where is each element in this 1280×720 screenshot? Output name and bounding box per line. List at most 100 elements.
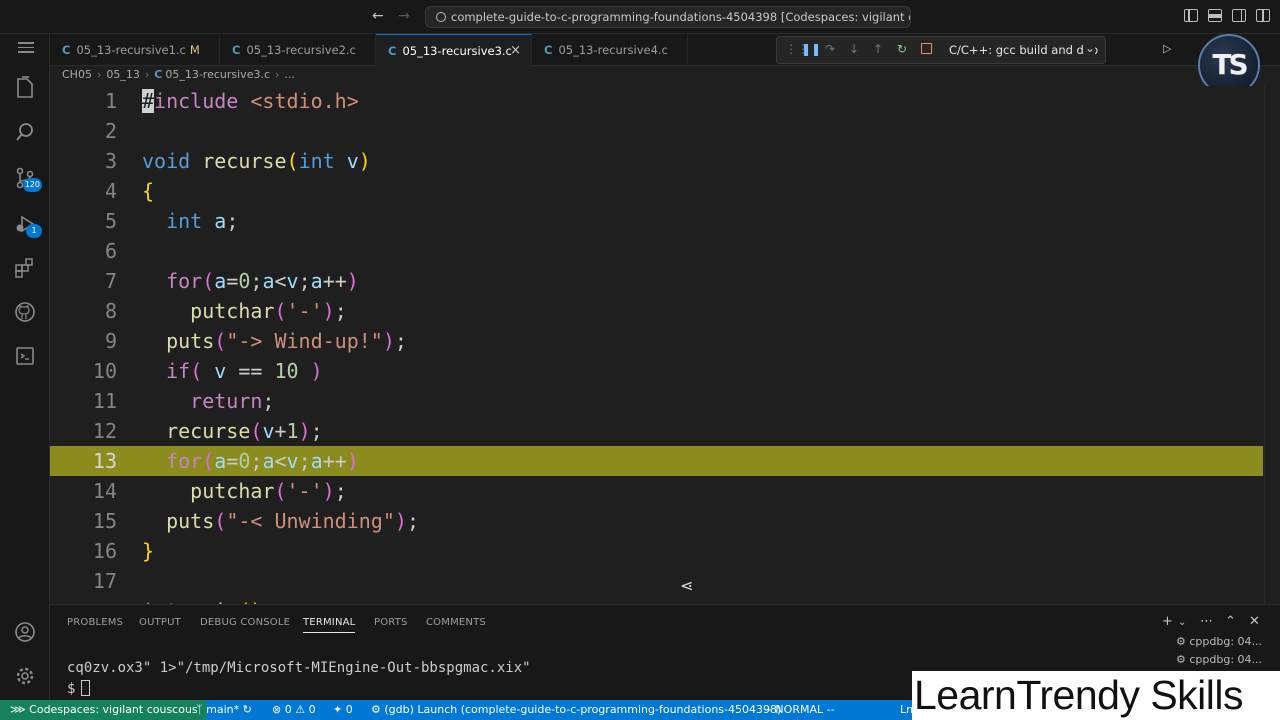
explorer-icon[interactable] <box>0 68 50 108</box>
c-file-icon: C <box>388 44 397 58</box>
terminal-line: cq0zv.ox3" 1>"/tmp/Microsoft-MIEngine-Ou… <box>67 660 531 676</box>
code-line: 2 <box>104 119 117 143</box>
code-line: 5 int a; <box>104 209 239 233</box>
tab-debug-console[interactable]: DEBUG CONSOLE <box>200 617 290 628</box>
tab-terminal[interactable]: TERMINAL <box>303 617 356 633</box>
chevron-down-icon[interactable]: ⌄ <box>1083 41 1096 55</box>
breadcrumb-folder[interactable]: CH05 <box>62 68 92 81</box>
port-icon: ✦ <box>333 703 346 716</box>
current-line-highlight: 13 for(a=0;a<v;a++) <box>50 446 1263 476</box>
restart-icon[interactable]: ↻ <box>897 42 907 56</box>
remote-indicator[interactable]: ⋙ Codespaces: vigilant couscous <box>0 700 206 720</box>
c-file-icon: C <box>544 43 553 57</box>
breadcrumb-subfolder[interactable]: 05_13 <box>106 68 140 81</box>
layout-controls <box>1184 9 1270 25</box>
code-line: 4{ <box>104 179 155 203</box>
chevron-down-icon[interactable]: ⌄ <box>1178 617 1186 628</box>
modified-indicator: M <box>189 43 200 57</box>
close-tab-icon[interactable]: × <box>510 35 521 67</box>
new-terminal-icon[interactable]: + <box>1162 614 1173 629</box>
tab-recursive2[interactable]: C 05_13-recursive2.c <box>220 34 376 66</box>
more-actions-icon[interactable]: ⋯ <box>1200 614 1213 629</box>
editor-scrollbar[interactable] <box>1264 86 1280 604</box>
forward-arrow-icon[interactable]: → <box>398 8 410 24</box>
debug-launch-indicator[interactable]: ⚙ (gdb) Launch (complete-guide-to-c-prog… <box>371 700 781 720</box>
code-line: 12 recurse(v+1); <box>92 419 323 443</box>
branch-indicator[interactable]: ᛉ main* ↻ <box>196 700 252 720</box>
customize-layout-icon[interactable] <box>1256 9 1270 22</box>
tab-problems[interactable]: PROBLEMS <box>67 617 123 628</box>
code-line: 8 putchar('-'); <box>104 299 347 323</box>
sync-icon: ↻ <box>242 703 252 716</box>
title-bar: ← → complete-guide-to-c-programming-foun… <box>0 0 1280 34</box>
close-panel-icon[interactable]: ✕ <box>1249 614 1260 629</box>
toggle-panel-icon[interactable] <box>1208 9 1222 22</box>
terminal-prompt[interactable]: $ <box>67 680 91 697</box>
breadcrumb: CH05 › 05_13 › C 05_13-recursive3.c ›... <box>62 68 295 81</box>
code-editor[interactable]: 1 #include <stdio.h> 2 3 void recurse(int … <box>50 86 1280 604</box>
git-branch-icon: ᛉ <box>196 703 207 716</box>
remote-explorer-icon[interactable] <box>0 336 50 376</box>
toggle-secondary-sidebar-icon[interactable] <box>1232 9 1246 22</box>
pause-icon[interactable]: ❚❚ <box>801 42 821 56</box>
debug-toolbar: ⋮⋮ ❚❚ ↷ ↓ ↑ ↻ C/C++: gcc build and debug… <box>776 36 1106 64</box>
code-line: 11 return; <box>92 389 275 413</box>
code-line: 3 void recurse(int v) <box>104 149 371 173</box>
debug-icon: ⚙ <box>1176 653 1190 666</box>
step-into-icon[interactable]: ↓ <box>849 42 859 56</box>
maximize-panel-icon[interactable]: ⌃ <box>1225 614 1236 629</box>
ports-indicator[interactable]: ✦ 0 <box>333 700 353 720</box>
tab-recursive4[interactable]: C 05_13-recursive4.c <box>532 34 688 66</box>
debug-config-select[interactable]: C/C++: gcc build and debug active file <box>949 43 1099 57</box>
terminal-cursor <box>81 680 91 696</box>
terminal-instance[interactable]: ⚙ cppdbg: 04... <box>1176 653 1262 666</box>
c-file-icon: C <box>232 43 241 57</box>
command-center-label: complete-guide-to-c-programming-foundati… <box>451 10 910 24</box>
tab-recursive1[interactable]: C 05_13-recursive1.c M <box>50 34 220 66</box>
back-arrow-icon[interactable]: ← <box>372 8 384 24</box>
code-line: 9 puts("-> Wind-up!"); <box>104 329 407 353</box>
code-line: 7 for(a=0;a<v;a++) <box>104 269 359 293</box>
error-icon: ⊗ <box>272 703 285 716</box>
code-line: 15 puts("-< Unwinding"); <box>92 509 419 533</box>
tab-comments[interactable]: COMMENTS <box>426 617 486 628</box>
stop-icon[interactable] <box>921 43 932 54</box>
run-icon[interactable]: ▷ <box>1163 42 1171 55</box>
activity-bar: 120 1 <box>0 34 50 700</box>
breadcrumb-file[interactable]: 05_13-recursive3.c <box>165 68 270 81</box>
terminal-instance[interactable]: ⚙ cppdbg: 04... <box>1176 635 1262 648</box>
settings-gear-icon[interactable] <box>0 656 50 696</box>
menu-icon[interactable] <box>18 42 34 54</box>
c-file-icon: C <box>62 43 71 57</box>
remote-icon: ⋙ <box>10 703 30 716</box>
toggle-sidebar-icon[interactable] <box>1184 9 1198 22</box>
command-center[interactable]: complete-guide-to-c-programming-foundati… <box>425 6 911 28</box>
code-line: 6 <box>104 239 117 263</box>
code-line: 1 #include <stdio.h> <box>104 89 359 113</box>
debug-icon: ⚙ <box>371 703 385 716</box>
code-line: int main() <box>50 596 1263 604</box>
warning-icon: ⚠ <box>295 703 309 716</box>
accounts-icon[interactable] <box>0 612 50 652</box>
run-and-debug-icon[interactable]: 1 <box>0 204 50 244</box>
code-line: 10 if( v == 10 ) <box>92 359 323 383</box>
source-control-icon[interactable]: 120 <box>0 158 50 198</box>
tab-recursive3[interactable]: C 05_13-recursive3.c × <box>376 34 532 66</box>
problems-indicator[interactable]: ⊗ 0 ⚠ 0 <box>272 700 316 720</box>
vim-mode: -- NORMAL -- <box>764 703 835 716</box>
debug-badge: 1 <box>26 224 42 238</box>
search-icon[interactable] <box>0 112 50 152</box>
step-out-icon[interactable]: ↑ <box>873 42 883 56</box>
tab-ports[interactable]: PORTS <box>374 617 408 628</box>
code-line: 16} <box>92 539 155 563</box>
tab-output[interactable]: OUTPUT <box>139 617 181 628</box>
logo-text: TS <box>1212 48 1248 81</box>
code-line: 17 <box>92 569 117 593</box>
extensions-icon[interactable] <box>0 248 50 288</box>
text-cursor-icon: ⋖ <box>680 576 694 595</box>
code-line: 14 putchar('-'); <box>92 479 347 503</box>
breadcrumb-symbol[interactable]: ... <box>284 68 295 81</box>
debug-icon: ⚙ <box>1176 635 1190 648</box>
github-icon[interactable] <box>0 292 50 332</box>
step-over-icon[interactable]: ↷ <box>825 42 835 56</box>
